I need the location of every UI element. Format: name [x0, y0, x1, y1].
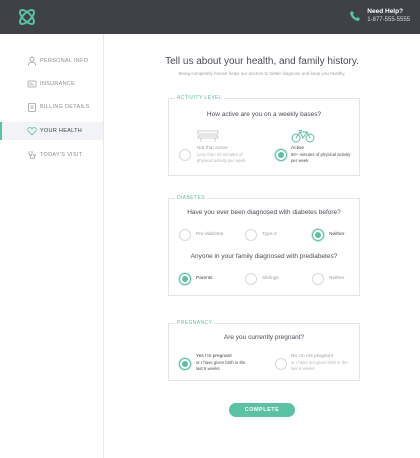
help-title: Need Help? [367, 8, 404, 15]
pregnant-yes-option[interactable]: Yes I'm pregnant or I have given birth i… [196, 354, 252, 371]
sidebar-item-label: INSURANCE [40, 81, 76, 87]
card-label: DIABETES [175, 195, 207, 201]
phone-icon [350, 11, 361, 21]
activity-level-card: ACTIVITY LEVEL How active are you on a w… [168, 95, 360, 176]
help-phone[interactable]: 1-877-555-5555 [367, 16, 410, 24]
bench-icon [197, 130, 219, 142]
logo-icon[interactable] [16, 6, 38, 28]
activity-not-active-radio[interactable] [179, 149, 191, 161]
person-icon [27, 56, 37, 66]
diabetes-neither-radio[interactable] [312, 229, 324, 241]
diabetes-card: DIABETES Have you ever been diagnosed wi… [168, 195, 360, 296]
pregnancy-card: PREGNANCY Are you currently pregnant? Ye… [168, 320, 360, 381]
page-subtitle: Being completely honest helps our doctor… [178, 71, 346, 76]
top-bar: Need Help? 1-877-555-5555 [0, 0, 420, 34]
pregnancy-question: Are you currently pregnant? [223, 334, 305, 341]
family-neither-radio[interactable] [312, 273, 324, 285]
activity-not-active-option[interactable]: Not that active Less than 60 minutes of … [197, 146, 255, 163]
sidebar-item-label: YOUR HEALTH [40, 128, 83, 134]
main-content: Tell us about your health, and family hi… [104, 34, 420, 458]
option-desc: or I have not given birth in the last 6 … [291, 360, 348, 371]
card-label: PREGNANCY [175, 320, 215, 326]
sidebar-item-label: TODAY'S VISIT [40, 152, 83, 158]
option-desc: 60+ minutes of physical activity per wee… [291, 152, 351, 163]
diabetes-question: Have you ever been diagnosed with diabet… [187, 209, 341, 216]
pre-diabetes-radio[interactable] [179, 229, 191, 241]
parents-label[interactable]: Parents [196, 276, 213, 282]
sidebar-item-your-health[interactable]: YOUR HEALTH [0, 122, 103, 140]
pregnant-no-radio[interactable] [275, 358, 287, 370]
sidebar-item-todays-visit[interactable]: TODAY'S VISIT [0, 146, 103, 164]
sidebar-item-personal-info[interactable]: PERSONAL INFO [0, 52, 103, 70]
type-2-label[interactable]: Type-2 [262, 232, 277, 238]
sidebar-item-label: PERSONAL INFO [40, 58, 89, 64]
sidebar-item-insurance[interactable]: INSURANCE [0, 75, 103, 93]
card-label: ACTIVITY LEVEL [175, 95, 224, 101]
siblings-label[interactable]: Siblings [262, 276, 279, 282]
sidebar: PERSONAL INFO INSURANCE BILLING DETAILS … [0, 34, 104, 458]
option-desc: or I have given birth in the last 6 week… [196, 360, 246, 371]
option-desc: Less than 60 minutes of physical activit… [197, 152, 246, 163]
help-contact[interactable]: Need Help? 1-877-555-5555 [349, 8, 410, 24]
sidebar-item-billing-details[interactable]: BILLING DETAILS [0, 98, 103, 116]
family-diabetes-question: Anyone in your family diagnosed with pre… [190, 253, 338, 260]
page-title: Tell us about your health, and family hi… [165, 56, 359, 67]
insurance-card-icon [27, 80, 37, 88]
type-2-radio[interactable] [245, 229, 257, 241]
diabetes-neither-label[interactable]: Neither [329, 232, 344, 238]
stethoscope-icon [28, 151, 36, 160]
bicycle-icon [291, 130, 315, 143]
pre-diabetes-label[interactable]: Pre-diabetes [196, 232, 223, 238]
siblings-radio[interactable] [245, 273, 257, 285]
complete-button[interactable]: COMPLETE [229, 403, 295, 417]
pregnant-no-option[interactable]: No I'm not pregnant or I have not given … [291, 354, 353, 371]
activity-active-option[interactable]: Active 60+ minutes of physical activity … [291, 146, 353, 163]
clipboard-icon [28, 103, 36, 112]
activity-question: How active are you on a weekly bases? [206, 111, 322, 118]
sidebar-item-label: BILLING DETAILS [40, 104, 90, 110]
family-neither-label[interactable]: Neither [329, 276, 344, 282]
pregnant-yes-radio[interactable] [179, 358, 191, 370]
activity-active-radio[interactable] [275, 149, 287, 161]
parents-radio[interactable] [179, 273, 191, 285]
heart-icon [27, 127, 37, 136]
